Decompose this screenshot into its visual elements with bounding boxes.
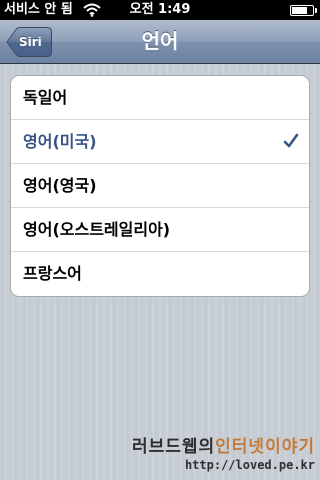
language-item-label: 영어(영국) <box>23 176 97 195</box>
language-item-english-us[interactable]: 영어(미국) <box>11 120 309 164</box>
watermark: 러브드웹의인터넷이야기 http://loved.pe.kr <box>120 437 315 473</box>
language-item-label: 독일어 <box>23 88 68 107</box>
watermark-url: http://loved.pe.kr <box>184 458 315 472</box>
clock: 오전 1:49 <box>129 2 191 17</box>
page-title: 언어 <box>141 29 179 53</box>
battery-icon <box>290 5 317 16</box>
watermark-title-part1: 러브드웹의 <box>131 437 216 457</box>
language-item-label: 영어(미국) <box>23 132 97 151</box>
language-item-label: 영어(오스트레일리아) <box>23 220 171 239</box>
watermark-title: 러브드웹의인터넷이야기 <box>120 437 315 457</box>
language-item-german[interactable]: 독일어 <box>11 76 309 120</box>
language-item-english-uk[interactable]: 영어(영국) <box>11 164 309 208</box>
language-item-french[interactable]: 프랑스어 <box>11 252 309 296</box>
language-item-label: 프랑스어 <box>23 264 82 283</box>
checkmark-icon <box>283 133 299 149</box>
language-list: 독일어 영어(미국) 영어(영국) 영어(오스트레일리아) 프랑스어 <box>10 75 310 297</box>
status-bar: 서비스 안 됨 오전 1:49 <box>0 0 320 20</box>
language-item-english-australia[interactable]: 영어(오스트레일리아) <box>11 208 309 252</box>
watermark-title-part2: 인터넷이야기 <box>215 437 315 457</box>
navigation-bar: Siri 언어 <box>0 20 320 64</box>
